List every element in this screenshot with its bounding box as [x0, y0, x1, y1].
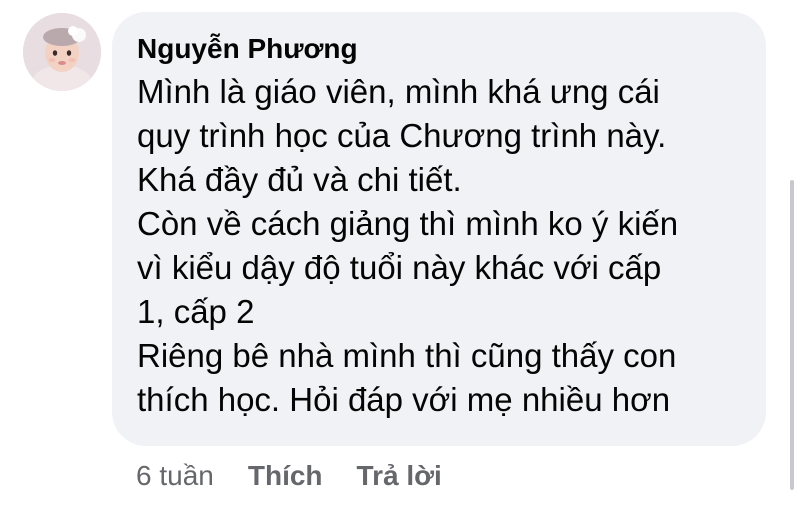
reply-button[interactable]: Trả lời	[357, 460, 442, 492]
comment-text-line: Khá đầy đủ và chi tiết.	[137, 161, 462, 198]
comment-screen: Nguyễn Phương Mình là giáo viên, mình kh…	[0, 0, 800, 526]
avatar[interactable]	[23, 13, 101, 91]
comment-text-line: Mình là giáo viên, mình khá ưng cái	[137, 73, 660, 110]
comment-bubble: Nguyễn Phương Mình là giáo viên, mình kh…	[112, 12, 766, 446]
comment-text-line: Còn về cách giảng thì mình ko ý kiến	[137, 205, 679, 242]
comment-timestamp[interactable]: 6 tuần	[136, 460, 214, 492]
comment-text-line: thích học. Hỏi đáp với mẹ nhiều hơn	[137, 381, 671, 418]
like-button[interactable]: Thích	[248, 460, 323, 492]
comment-text-line: 1, cấp 2	[137, 293, 255, 330]
comment-text-line: Riêng bê nhà mình thì cũng thấy con	[137, 337, 677, 374]
scrollbar[interactable]	[790, 180, 794, 490]
comment-text-line: quy trình học của Chương trình này.	[137, 117, 667, 154]
profile-photo-icon	[23, 13, 101, 91]
comment-actions-bar: 6 tuần Thích Trả lời	[136, 456, 476, 496]
comment-text: Mình là giáo viên, mình khá ưng cái quy …	[137, 70, 746, 422]
comment-author-name[interactable]: Nguyễn Phương	[137, 32, 746, 66]
comment-text-line: vì kiểu dậy độ tuổi này khác với cấp	[137, 249, 662, 286]
